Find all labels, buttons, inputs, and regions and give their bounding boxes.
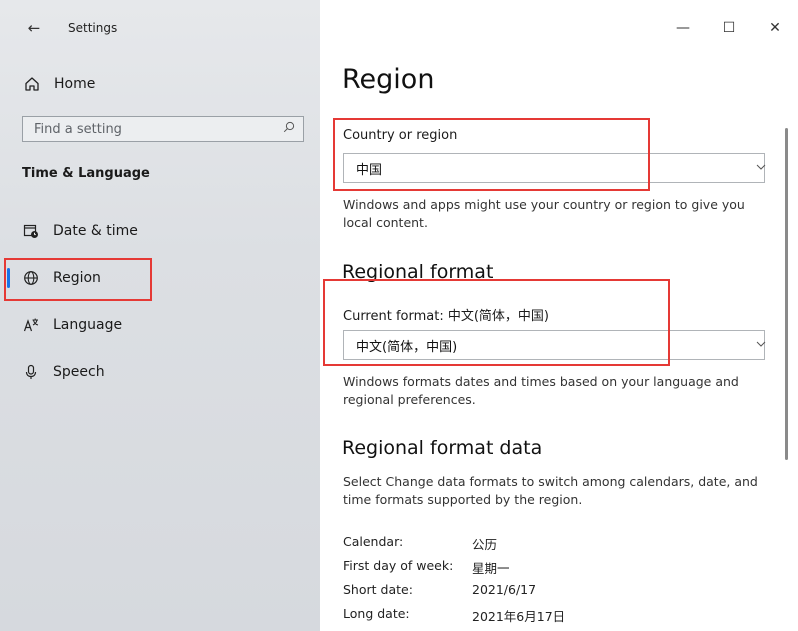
format-data-row: First day of week: 星期一 xyxy=(343,558,510,577)
format-data-key: Calendar: xyxy=(343,534,404,549)
close-button[interactable]: ✕ xyxy=(752,0,798,56)
active-indicator xyxy=(7,268,10,288)
section-title: Time & Language xyxy=(22,166,150,181)
microphone-icon xyxy=(22,363,40,381)
format-data-description: Select Change data formats to switch amo… xyxy=(343,474,758,507)
window-controls: — ☐ ✕ xyxy=(660,0,798,56)
regional-format-description: Windows formats dates and times based on… xyxy=(343,374,739,407)
format-data-value: 2021年6月17日 xyxy=(472,609,566,624)
format-data-key: First day of week: xyxy=(343,558,454,573)
settings-window: ← Settings Home Find a setting Time & La… xyxy=(0,0,798,631)
format-data-row: Short date: 2021/6/17 xyxy=(343,582,536,597)
sidebar-item-label: Speech xyxy=(53,364,105,380)
format-data-key: Long date: xyxy=(343,606,410,621)
search-icon xyxy=(283,121,295,137)
regional-format-value: 中文(简体，中国) xyxy=(356,339,458,355)
current-format-label: Current format: 中文(简体，中国) xyxy=(343,309,549,324)
format-data-row: Calendar: 公历 xyxy=(343,534,497,553)
sidebar-item-label: Date & time xyxy=(53,223,138,239)
sidebar-item-label: Language xyxy=(53,317,123,333)
globe-icon xyxy=(22,269,40,287)
home-nav-item[interactable]: Home xyxy=(22,72,95,96)
sidebar-item-region[interactable]: Region xyxy=(0,256,320,300)
country-label: Country or region xyxy=(343,128,458,143)
format-data-value: 公历 xyxy=(472,537,498,552)
chevron-down-icon xyxy=(756,340,766,351)
country-dropdown[interactable]: 中国 xyxy=(343,153,766,183)
format-data-key: Short date: xyxy=(343,582,413,597)
home-icon xyxy=(22,74,42,94)
maximize-button[interactable]: ☐ xyxy=(706,0,752,56)
calendar-clock-icon xyxy=(22,222,40,240)
chevron-down-icon xyxy=(756,163,766,174)
main-content: — ☐ ✕ Region Country or region 中国 Window… xyxy=(320,0,798,631)
language-icon xyxy=(22,316,40,334)
sidebar-item-language[interactable]: Language xyxy=(0,303,320,347)
page-title: Region xyxy=(342,64,435,95)
sidebar-item-date-time[interactable]: Date & time xyxy=(0,209,320,253)
sidebar: ← Settings Home Find a setting Time & La… xyxy=(0,0,320,631)
search-placeholder: Find a setting xyxy=(34,121,122,137)
app-title: Settings xyxy=(68,21,118,35)
regional-format-dropdown[interactable]: 中文(简体，中国) xyxy=(343,330,766,360)
regional-format-heading: Regional format xyxy=(342,261,494,283)
sidebar-item-label: Region xyxy=(53,270,101,286)
back-arrow-icon[interactable]: ← xyxy=(22,16,46,40)
country-value: 中国 xyxy=(356,162,383,178)
format-data-row: Long date: 2021年6月17日 xyxy=(343,606,565,625)
scrollbar[interactable] xyxy=(785,128,788,460)
home-label: Home xyxy=(54,76,96,92)
sidebar-item-speech[interactable]: Speech xyxy=(0,350,320,394)
format-data-value: 2021/6/17 xyxy=(472,582,537,597)
format-data-value: 星期一 xyxy=(472,561,510,576)
format-data-heading: Regional format data xyxy=(342,437,543,459)
country-description: Windows and apps might use your country … xyxy=(343,197,745,230)
title-bar: ← Settings xyxy=(0,0,320,56)
search-input[interactable]: Find a setting xyxy=(22,116,304,142)
minimize-button[interactable]: — xyxy=(660,0,706,56)
